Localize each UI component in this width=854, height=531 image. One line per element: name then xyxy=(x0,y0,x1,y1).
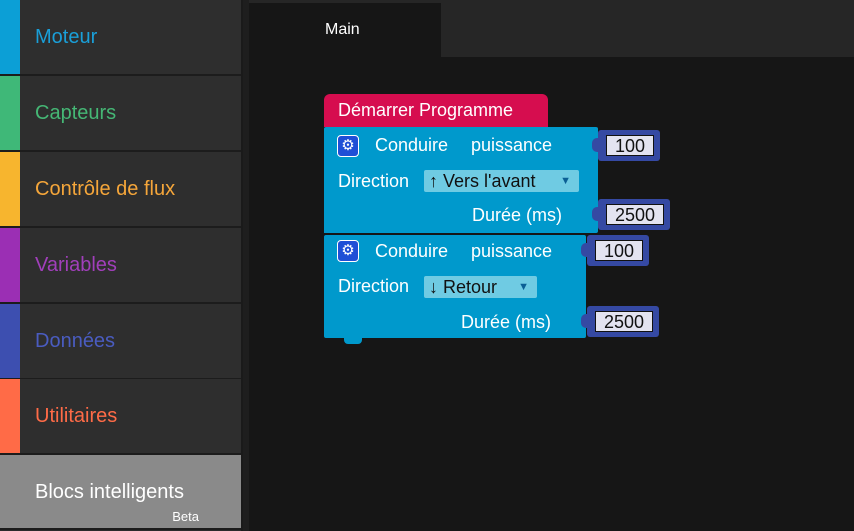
direction-label: Direction xyxy=(338,276,410,296)
direction-dropdown[interactable]: ↑ Vers l'avant ▼ xyxy=(424,170,579,192)
category-color-swatch xyxy=(0,76,20,150)
power-input[interactable]: 100 xyxy=(595,240,643,261)
category-sidebar: Moteur Capteurs Contrôle de flux Variabl… xyxy=(0,0,243,531)
block-connector xyxy=(344,338,362,344)
category-label: Capteurs xyxy=(35,102,117,124)
start-program-label: Démarrer Programme xyxy=(338,100,514,120)
category-donnees[interactable]: Données xyxy=(0,304,241,380)
category-controle-de-flux[interactable]: Contrôle de flux xyxy=(0,152,241,228)
category-moteur[interactable]: Moteur xyxy=(0,0,241,76)
category-label: Moteur xyxy=(35,26,98,48)
power-value-block: 100 xyxy=(592,130,660,161)
tab-bar: Main xyxy=(249,0,854,57)
beta-badge: Beta xyxy=(172,509,199,524)
duration-value-block: 2500 xyxy=(581,306,659,337)
input-notch xyxy=(592,138,602,152)
input-notch xyxy=(592,207,602,221)
duration-input[interactable]: 2500 xyxy=(595,311,653,332)
category-variables[interactable]: Variables xyxy=(0,228,241,304)
input-notch xyxy=(581,243,591,257)
drive-title: Conduire xyxy=(375,241,449,261)
category-color-swatch xyxy=(0,152,20,226)
duration-label: Durée (ms) xyxy=(461,312,552,332)
category-label: Blocs intelligents xyxy=(35,481,184,503)
category-color-swatch xyxy=(0,228,20,302)
start-program-block[interactable]: Démarrer Programme xyxy=(324,94,548,127)
category-capteurs[interactable]: Capteurs xyxy=(0,76,241,152)
category-blocs-intelligents[interactable]: Blocs intelligents Beta xyxy=(0,455,241,530)
tab-label: Main xyxy=(325,21,360,38)
category-color-swatch xyxy=(0,304,20,378)
input-notch xyxy=(581,314,591,328)
category-utilitaires[interactable]: Utilitaires xyxy=(0,379,241,455)
power-value-block: 100 xyxy=(581,235,649,266)
power-label: puissance xyxy=(471,241,553,261)
direction-value: ↑ Vers l'avant xyxy=(429,171,536,191)
duration-label: Durée (ms) xyxy=(472,205,563,225)
gear-icon[interactable]: ⚙ xyxy=(337,135,359,157)
category-color-swatch xyxy=(0,379,20,453)
category-label: Contrôle de flux xyxy=(35,178,176,200)
category-label: Variables xyxy=(35,254,117,276)
chevron-down-icon: ▼ xyxy=(518,281,529,293)
duration-value-block: 2500 xyxy=(592,199,670,230)
power-input[interactable]: 100 xyxy=(606,135,654,156)
power-label: puissance xyxy=(471,135,553,155)
category-label: Utilitaires xyxy=(35,405,118,427)
category-label: Données xyxy=(35,330,116,352)
direction-dropdown[interactable]: ↓ Retour ▼ xyxy=(424,276,537,298)
duration-input[interactable]: 2500 xyxy=(606,204,664,225)
chevron-down-icon: ▼ xyxy=(560,175,571,187)
drive-title: Conduire xyxy=(375,135,449,155)
gear-icon[interactable]: ⚙ xyxy=(337,240,359,262)
category-color-swatch xyxy=(0,0,20,74)
direction-value: ↓ Retour xyxy=(429,277,498,297)
tab-main[interactable]: Main xyxy=(249,3,441,57)
direction-label: Direction xyxy=(338,171,410,191)
